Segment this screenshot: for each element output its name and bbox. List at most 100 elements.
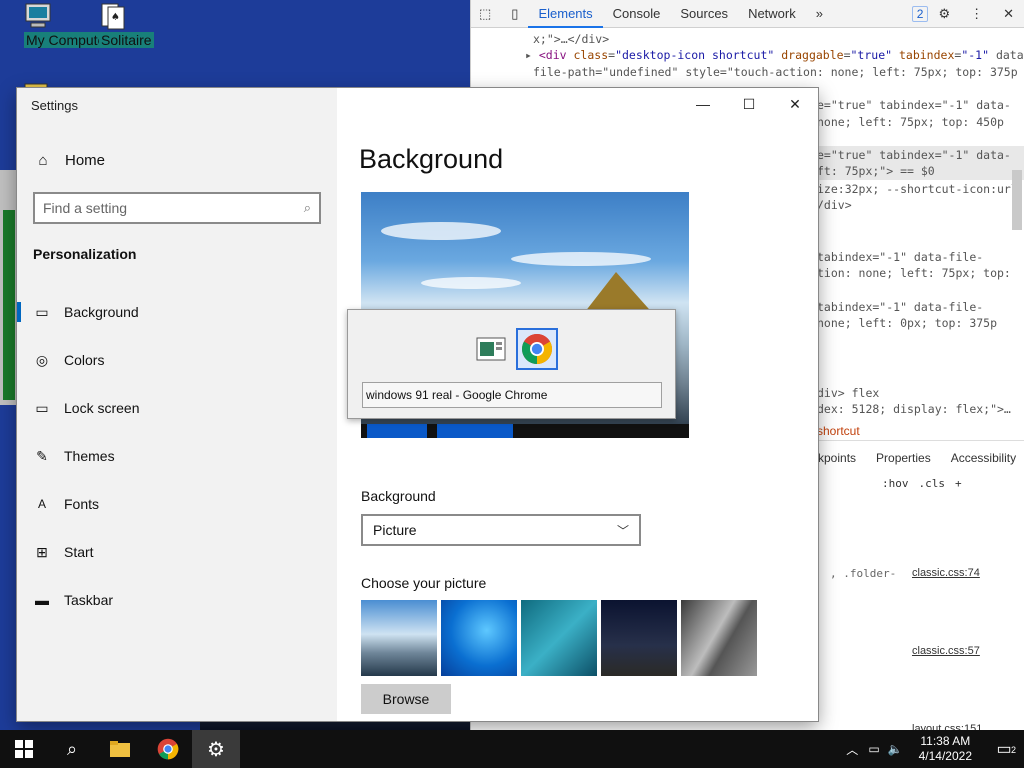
kebab-menu-icon[interactable]: ⋮	[960, 0, 993, 28]
sidebar-item-label: Background	[64, 304, 139, 320]
browse-button[interactable]: Browse	[361, 684, 451, 714]
chrome-icon[interactable]	[516, 328, 558, 370]
more-tabs-icon[interactable]: »	[806, 0, 833, 28]
settings-sidebar: Settings ⌂ Home Find a setting ⌕ Persona…	[17, 88, 337, 721]
picture-thumbnail[interactable]	[601, 600, 677, 676]
styles-pane: kpoints Properties Accessibility :hov .c…	[816, 440, 1024, 735]
selector-text: , .folder-	[830, 567, 897, 580]
clock-time: 11:38 AM	[920, 734, 971, 748]
dom-line: e="true" tabindex="-1" data-	[817, 148, 1011, 162]
tab-properties[interactable]: Properties	[876, 451, 931, 465]
close-icon[interactable]: ✕	[993, 0, 1024, 28]
dom-line: x;">…</div>	[533, 32, 610, 46]
notification-count: 2	[1010, 745, 1016, 755]
network-icon[interactable]: ▭	[868, 742, 879, 756]
switcher-window-title: windows 91 real - Google Chrome	[362, 382, 662, 408]
background-window	[0, 170, 18, 405]
window-controls: — ☐ ✕	[680, 88, 818, 120]
home-link[interactable]: ⌂ Home	[33, 152, 105, 169]
settings-window-thumbnail-icon[interactable]	[474, 332, 508, 366]
tab-console[interactable]: Console	[603, 0, 671, 28]
home-label: Home	[65, 152, 106, 169]
select-value: Picture	[373, 522, 417, 538]
sidebar-item-start[interactable]: ⊞ Start	[17, 528, 337, 576]
window-title: Settings	[31, 98, 78, 113]
gear-icon[interactable]: ⚙	[928, 0, 960, 28]
tab-accessibility[interactable]: Accessibility	[951, 451, 1016, 465]
breadcrumb[interactable]: shortcut	[817, 424, 860, 438]
close-icon[interactable]: ✕	[772, 88, 818, 120]
chrome-taskbar-icon[interactable]	[144, 730, 192, 768]
search-icon[interactable]: ⌕	[48, 730, 96, 768]
sidebar-item-label: Lock screen	[64, 400, 140, 416]
solitaire-shortcut[interactable]: ♠ Solitaire	[75, 2, 154, 48]
add-rule-icon[interactable]: +	[955, 477, 962, 490]
settings-taskbar-icon[interactable]: ⚙	[192, 730, 240, 768]
sidebar-item-label: Themes	[64, 448, 115, 464]
window-switcher: windows 91 real - Google Chrome	[347, 309, 676, 419]
windows-logo-icon	[15, 740, 33, 758]
cls-toggle[interactable]: .cls	[919, 477, 946, 490]
scrollbar[interactable]	[1012, 170, 1022, 230]
tab-elements[interactable]: Elements	[528, 0, 603, 28]
sidebar-item-label: Fonts	[64, 496, 100, 512]
dom-line[interactable]: ▸ <div class="desktop-icon shortcut" dra…	[525, 48, 1024, 62]
background-label: Background	[361, 488, 436, 504]
tab-network[interactable]: Network	[738, 0, 806, 28]
sidebar-item-label: Taskbar	[64, 592, 114, 608]
devtools-tabbar: ⬚ ▯ Elements Console Sources Network » 2…	[471, 0, 1024, 28]
tab-sources[interactable]: Sources	[670, 0, 738, 28]
maximize-icon[interactable]: ☐	[726, 88, 772, 120]
sidebar-item-background[interactable]: ▭ Background	[17, 288, 337, 336]
choose-picture-label: Choose your picture	[361, 575, 487, 591]
css-link[interactable]: classic.css:74	[912, 567, 980, 579]
background-type-select[interactable]: Picture ﹀	[361, 514, 641, 546]
chevron-down-icon: ﹀	[616, 523, 629, 538]
hov-toggle[interactable]: :hov	[882, 477, 909, 490]
home-icon: ⌂	[38, 152, 48, 169]
picture-thumbnail[interactable]	[521, 600, 597, 676]
tab-breakpoints[interactable]: kpoints	[818, 451, 856, 465]
sidebar-item-colors[interactable]: ◎ Colors	[17, 336, 337, 384]
minimize-icon[interactable]: —	[680, 88, 726, 120]
volume-icon[interactable]: 🔈	[888, 742, 903, 756]
picture-thumbnail[interactable]	[441, 600, 517, 676]
dom-line: /div>	[817, 198, 852, 212]
dom-line: ize:32px; --shortcut-icon:url	[817, 182, 1018, 196]
chevron-up-icon[interactable]: ︿	[846, 741, 858, 758]
search-input[interactable]: Find a setting ⌕	[33, 192, 321, 224]
settings-nav: ▭ Background ◎ Colors ▭ Lock screen ✎ Themes…	[17, 288, 337, 624]
lock-screen-icon: ▭	[35, 399, 49, 416]
dom-line: ft: 75px;"> == $0	[817, 164, 935, 178]
dom-line: dex: 5128; display: flex;">…	[817, 402, 1011, 416]
fonts-icon: A	[37, 497, 46, 511]
svg-text:♠: ♠	[111, 12, 120, 23]
clock[interactable]: 11:38 AM 4/14/2022	[919, 734, 972, 764]
page-title: Background	[359, 144, 504, 174]
dom-line: file-path="undefined" style="touch-actio…	[533, 65, 1018, 79]
device-toggle-icon[interactable]: ▯	[501, 0, 528, 28]
start-button[interactable]	[0, 730, 48, 768]
sidebar-item-taskbar[interactable]: ▬ Taskbar	[17, 576, 337, 624]
search-placeholder: Find a setting	[43, 200, 128, 216]
picture-thumbnail[interactable]	[361, 600, 437, 676]
notification-icon[interactable]: ▭ 2	[984, 739, 1024, 759]
system-tray: ︿ ▭ 🔈 11:38 AM 4/14/2022 ▭ 2	[840, 730, 1024, 768]
sidebar-item-fonts[interactable]: A Fonts	[17, 480, 337, 528]
taskbar-icon: ▬	[35, 592, 49, 608]
sidebar-item-themes[interactable]: ✎ Themes	[17, 432, 337, 480]
dom-line: tabindex="-1" data-file-	[817, 250, 984, 264]
dom-line: none; left: 75px; top: 450p	[817, 115, 1004, 129]
inspect-icon[interactable]: ⬚	[471, 0, 501, 28]
my-computer-shortcut[interactable]: My Computer	[0, 2, 113, 48]
clock-date: 4/14/2022	[918, 749, 972, 763]
dom-line: tion: none; left: 75px; top:	[817, 266, 1011, 280]
section-title: Personalization	[33, 246, 137, 262]
css-link[interactable]: classic.css:57	[912, 645, 980, 657]
desktop-icon-label: Solitaire	[99, 32, 154, 48]
palette-icon: ◎	[35, 351, 49, 368]
issues-badge[interactable]: 2	[911, 5, 929, 22]
picture-thumbnail[interactable]	[681, 600, 757, 676]
file-explorer-icon[interactable]	[96, 730, 144, 768]
sidebar-item-lock-screen[interactable]: ▭ Lock screen	[17, 384, 337, 432]
